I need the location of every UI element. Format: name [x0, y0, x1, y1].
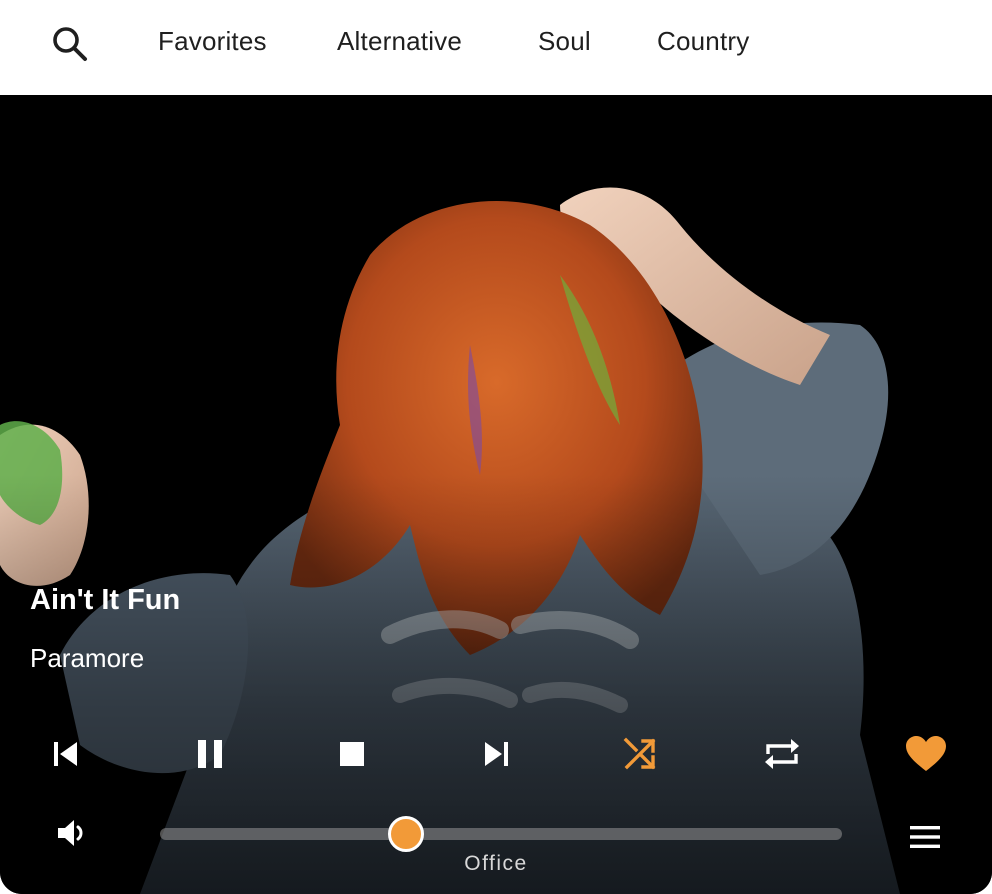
repeat-button[interactable]: [758, 730, 806, 778]
tab-favorites[interactable]: Favorites: [158, 26, 267, 57]
volume-button[interactable]: [48, 810, 94, 856]
media-player-card: Favorites Alternative Soul Country Ain't…: [0, 0, 992, 894]
volume-icon: [58, 820, 83, 846]
tab-country[interactable]: Country: [657, 26, 749, 57]
shuffle-button[interactable]: [616, 730, 664, 778]
next-button[interactable]: [472, 730, 520, 778]
pause-button[interactable]: [186, 730, 234, 778]
speaker-room-label: Office: [464, 852, 528, 875]
heart-icon: [906, 736, 946, 771]
shuffle-icon: [623, 737, 656, 770]
menu-icon: [910, 826, 940, 848]
track-title: Ain't It Fun: [30, 584, 181, 616]
skip-previous-icon: [54, 742, 77, 766]
track-artist: Paramore: [30, 643, 145, 673]
tab-alternative[interactable]: Alternative: [337, 26, 462, 57]
search-icon: [53, 27, 87, 61]
stop-button[interactable]: [328, 730, 376, 778]
menu-button[interactable]: [902, 814, 948, 860]
skip-next-icon: [485, 742, 508, 766]
volume-thumb[interactable]: [387, 816, 424, 852]
stop-icon: [340, 742, 364, 766]
volume-slider[interactable]: [160, 816, 842, 852]
previous-button[interactable]: [42, 730, 90, 778]
favorite-button[interactable]: [902, 730, 950, 778]
repeat-icon: [765, 739, 799, 769]
tab-soul[interactable]: Soul: [538, 26, 591, 57]
search-button[interactable]: [50, 24, 90, 64]
volume-track: [160, 828, 842, 840]
top-nav: Favorites Alternative Soul Country: [0, 0, 992, 95]
pause-icon: [198, 740, 222, 768]
